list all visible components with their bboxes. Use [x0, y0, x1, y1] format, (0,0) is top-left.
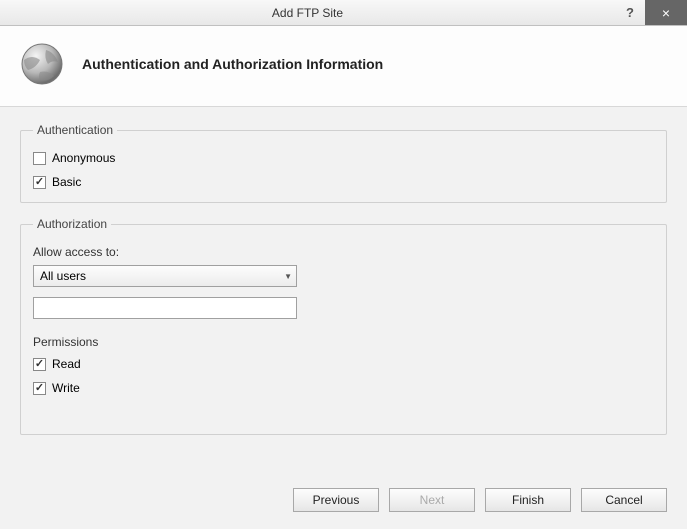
allow-access-select[interactable]: All users ▼: [33, 265, 297, 287]
authentication-legend: Authentication: [33, 123, 117, 137]
close-button[interactable]: ×: [645, 0, 687, 25]
content-area: Authentication Anonymous Basic Authoriza…: [0, 107, 687, 481]
anonymous-checkbox[interactable]: [33, 152, 46, 165]
allow-access-selected: All users: [40, 269, 86, 283]
write-checkbox[interactable]: [33, 382, 46, 395]
next-button[interactable]: Next: [389, 488, 475, 512]
basic-checkbox[interactable]: [33, 176, 46, 189]
allow-access-label: Allow access to:: [33, 245, 654, 259]
permissions-label: Permissions: [33, 335, 654, 349]
read-checkbox[interactable]: [33, 358, 46, 371]
chevron-down-icon: ▼: [284, 272, 292, 281]
write-checkbox-row: Write: [33, 381, 654, 395]
basic-label: Basic: [52, 175, 81, 189]
basic-checkbox-row: Basic: [33, 175, 654, 189]
authentication-group: Authentication Anonymous Basic: [20, 123, 667, 203]
anonymous-label: Anonymous: [52, 151, 115, 165]
write-label: Write: [52, 381, 80, 395]
authorization-group: Authorization Allow access to: All users…: [20, 217, 667, 435]
window-title: Add FTP Site: [0, 6, 615, 20]
finish-button[interactable]: Finish: [485, 488, 571, 512]
authorization-text-input[interactable]: [33, 297, 297, 319]
cancel-button[interactable]: Cancel: [581, 488, 667, 512]
page-title: Authentication and Authorization Informa…: [82, 56, 383, 72]
title-bar: Add FTP Site ? ×: [0, 0, 687, 26]
button-bar: Previous Next Finish Cancel: [0, 485, 687, 515]
titlebar-controls: ? ×: [615, 0, 687, 25]
anonymous-checkbox-row: Anonymous: [33, 151, 654, 165]
help-button[interactable]: ?: [615, 0, 645, 25]
wizard-header: Authentication and Authorization Informa…: [0, 26, 687, 107]
read-label: Read: [52, 357, 81, 371]
previous-button[interactable]: Previous: [293, 488, 379, 512]
read-checkbox-row: Read: [33, 357, 654, 371]
authorization-legend: Authorization: [33, 217, 111, 231]
globe-icon: [18, 40, 66, 88]
